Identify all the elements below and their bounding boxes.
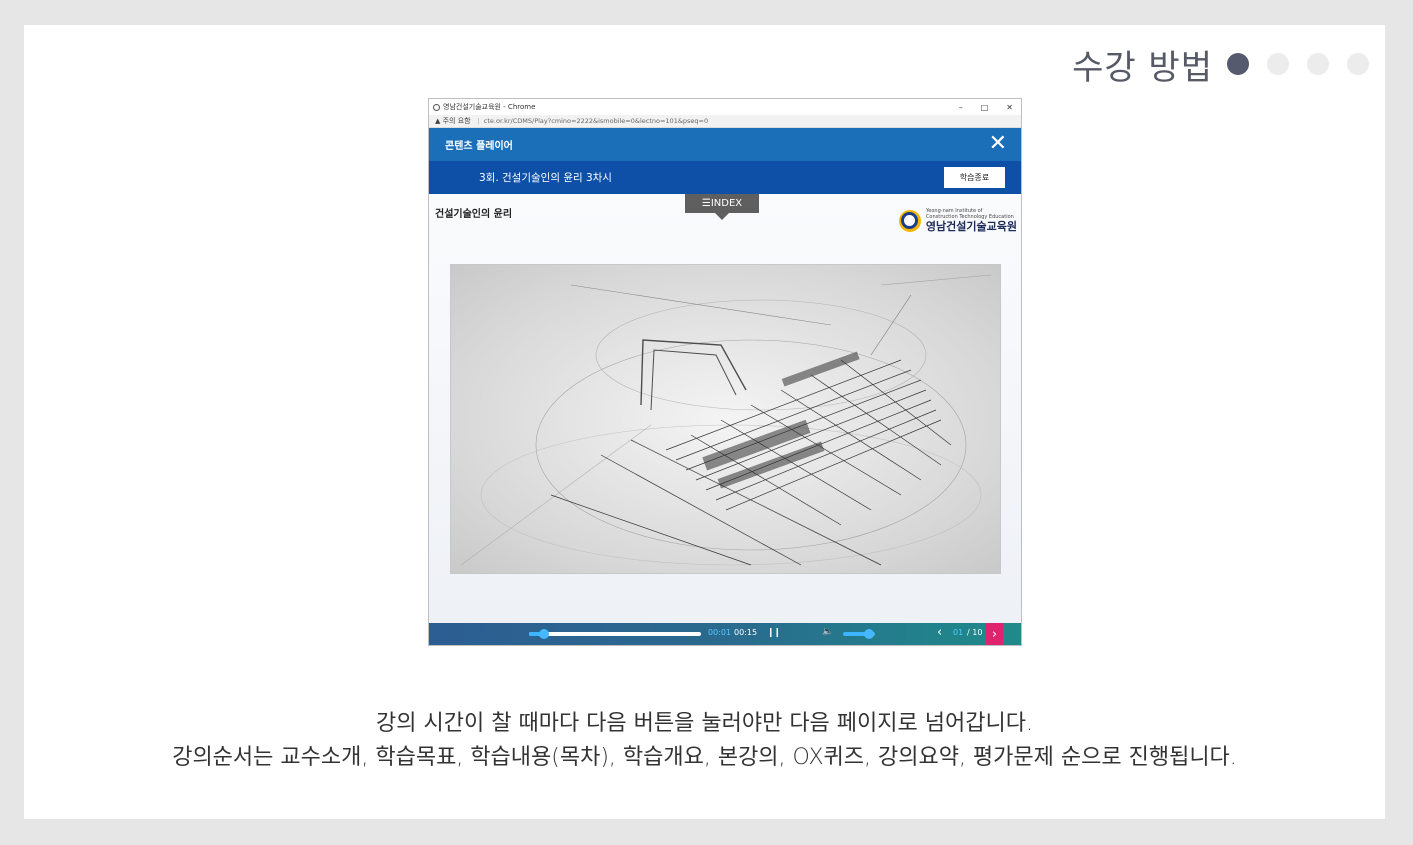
minimize-icon[interactable]: – bbox=[959, 103, 963, 112]
volume-icon[interactable]: 🔈 bbox=[822, 627, 833, 637]
progress-bar[interactable] bbox=[529, 629, 701, 639]
slide-area: 건설기술인의 윤리 ☰INDEX Yeong-nam Institute of … bbox=[429, 194, 1021, 625]
window-title: 영남건설기술교육원 - Chrome bbox=[443, 103, 536, 111]
player-screenshot: 영남건설기술교육원 - Chrome – □ ✕ ▲ 주의 요함 | cte.o… bbox=[428, 98, 1022, 646]
section-title: 건설기술인의 윤리 bbox=[435, 209, 513, 220]
description-text: 강의 시간이 찰 때마다 다음 버튼을 눌러야만 다음 페이지로 넘어갑니다. … bbox=[24, 707, 1385, 775]
index-tab[interactable]: ☰INDEX bbox=[685, 194, 759, 220]
slide-image bbox=[450, 264, 1001, 574]
step-indicator-3[interactable] bbox=[1307, 53, 1329, 75]
address-bar[interactable]: ▲ 주의 요함 | cte.or.kr/CDMS/Play?cmino=2222… bbox=[429, 115, 1021, 128]
page-current: 01 bbox=[953, 628, 964, 637]
end-lesson-button[interactable]: 학습종료 bbox=[944, 167, 1005, 188]
section-header: 수강 방법 bbox=[1072, 44, 1369, 88]
player-header: 콘텐츠 플레이어 ✕ bbox=[429, 128, 1021, 161]
step-indicator-4[interactable] bbox=[1347, 53, 1369, 75]
close-window-icon[interactable]: ✕ bbox=[1006, 103, 1013, 112]
content-card: 수강 방법 영남건설기술교육원 - Chrome – □ ✕ ▲ 주의 요함 |… bbox=[24, 25, 1385, 819]
description-line-1: 강의 시간이 찰 때마다 다음 버튼을 눌러야만 다음 페이지로 넘어갑니다. bbox=[376, 711, 1033, 736]
architectural-sketch-image bbox=[460, 274, 992, 566]
maximize-icon[interactable]: □ bbox=[981, 103, 989, 112]
close-icon[interactable]: ✕ bbox=[989, 133, 1007, 155]
address-url: cte.or.kr/CDMS/Play?cmino=2222&ismobile=… bbox=[483, 117, 709, 125]
current-time: 00:01 bbox=[708, 628, 732, 637]
total-time: 00:15 bbox=[734, 628, 758, 637]
chrome-favicon-icon bbox=[433, 103, 440, 111]
player-title: 콘텐츠 플레이어 bbox=[445, 141, 513, 152]
prev-page-icon[interactable]: ‹ bbox=[937, 625, 942, 640]
next-page-button[interactable]: › bbox=[986, 623, 1003, 645]
lesson-title: 3회. 건설기술인의 윤리 3차시 bbox=[479, 172, 612, 184]
security-warning: ▲ 주의 요함 bbox=[435, 117, 471, 125]
browser-titlebar: 영남건설기술교육원 - Chrome – □ ✕ bbox=[429, 99, 1021, 115]
step-indicator-1[interactable] bbox=[1227, 53, 1249, 75]
step-indicator-2[interactable] bbox=[1267, 53, 1289, 75]
window-controls: – □ ✕ bbox=[959, 103, 1021, 112]
progress-handle[interactable] bbox=[539, 629, 550, 639]
logo-mark-icon bbox=[898, 209, 921, 232]
logo-text: Yeong-nam Institute of Construction Tech… bbox=[926, 208, 1017, 233]
address-separator: | bbox=[477, 117, 480, 125]
page-total: / 10 bbox=[967, 628, 983, 637]
lesson-header: 3회. 건설기술인의 윤리 3차시 학습종료 bbox=[429, 161, 1021, 194]
logo-korean: 영남건설기술교육원 bbox=[925, 220, 1017, 233]
institute-logo: Yeong-nam Institute of Construction Tech… bbox=[898, 208, 1017, 233]
description-line-2: 강의순서는 교수소개, 학습목표, 학습내용(목차), 학습개요, 본강의, O… bbox=[172, 745, 1237, 770]
volume-handle[interactable] bbox=[864, 629, 875, 639]
pause-icon[interactable]: ❙❙ bbox=[767, 628, 781, 638]
page-title: 수강 방법 bbox=[1072, 47, 1213, 88]
player-controls: 00:01 00:15 ❙❙ 🔈 ‹ 01 / 10 › bbox=[429, 623, 1021, 645]
